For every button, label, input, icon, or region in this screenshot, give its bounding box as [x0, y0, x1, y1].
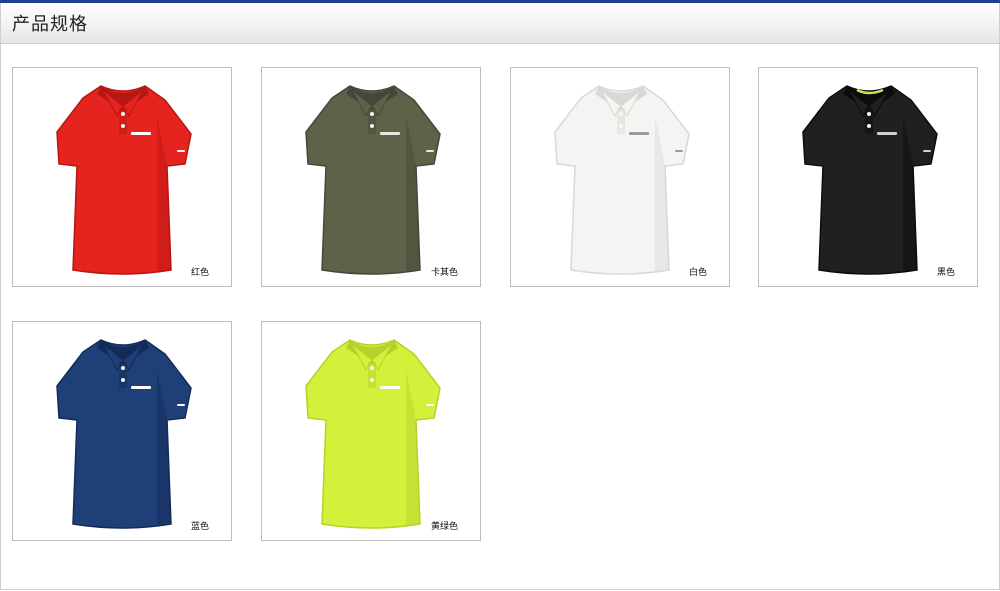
sleeve-logo-icon — [177, 150, 185, 152]
button-icon — [370, 378, 374, 382]
chest-logo-icon — [877, 132, 897, 135]
button-icon — [370, 112, 374, 116]
polo-shirt-icon — [56, 339, 192, 529]
polo-shirt-image — [305, 339, 441, 529]
chest-logo-icon — [380, 386, 400, 389]
product-card-red[interactable]: 红色 — [12, 67, 232, 287]
polo-shirt-icon — [305, 85, 441, 275]
sleeve-logo-icon — [426, 150, 434, 152]
sleeve-logo-icon — [923, 150, 931, 152]
product-color-label: 蓝色 — [190, 522, 209, 532]
placket — [368, 362, 376, 388]
polo-shirt-image — [802, 85, 938, 275]
button-icon — [619, 124, 623, 128]
polo-shirt-icon — [802, 85, 938, 275]
sleeve-logo-icon — [675, 150, 683, 152]
polo-shirt-image — [305, 85, 441, 275]
button-icon — [370, 366, 374, 370]
button-icon — [370, 124, 374, 128]
section-header: 产品规格 — [1, 3, 999, 44]
placket — [865, 108, 873, 134]
sleeve-logo-icon — [177, 404, 185, 406]
polo-shirt-image — [56, 85, 192, 275]
product-color-label: 卡其色 — [430, 268, 458, 278]
button-icon — [867, 112, 871, 116]
button-icon — [121, 112, 125, 116]
button-icon — [121, 366, 125, 370]
button-icon — [619, 112, 623, 116]
placket — [368, 108, 376, 134]
placket — [119, 362, 127, 388]
chest-logo-icon — [131, 386, 151, 389]
button-icon — [121, 124, 125, 128]
polo-shirt-image — [56, 339, 192, 529]
product-card-blue[interactable]: 蓝色 — [12, 321, 232, 541]
chest-logo-icon — [131, 132, 151, 135]
product-color-label: 黑色 — [936, 268, 955, 278]
chest-logo-icon — [380, 132, 400, 135]
button-icon — [867, 124, 871, 128]
chest-logo-icon — [629, 132, 649, 135]
product-card-black[interactable]: 黑色 — [758, 67, 978, 287]
polo-shirt-icon — [56, 85, 192, 275]
product-card-white[interactable]: 白色 — [510, 67, 730, 287]
polo-shirt-icon — [305, 339, 441, 529]
product-card-khaki[interactable]: 卡其色 — [261, 67, 481, 287]
button-icon — [121, 378, 125, 382]
placket — [119, 108, 127, 134]
section-title: 产品规格 — [12, 14, 88, 35]
product-card-yellow-green[interactable]: 黄绿色 — [261, 321, 481, 541]
polo-shirt-icon — [554, 85, 690, 275]
product-color-label: 白色 — [688, 268, 707, 278]
product-color-label: 红色 — [190, 268, 209, 278]
sleeve-logo-icon — [426, 404, 434, 406]
product-color-label: 黄绿色 — [430, 522, 458, 532]
placket — [617, 108, 625, 134]
polo-shirt-image — [554, 85, 690, 275]
